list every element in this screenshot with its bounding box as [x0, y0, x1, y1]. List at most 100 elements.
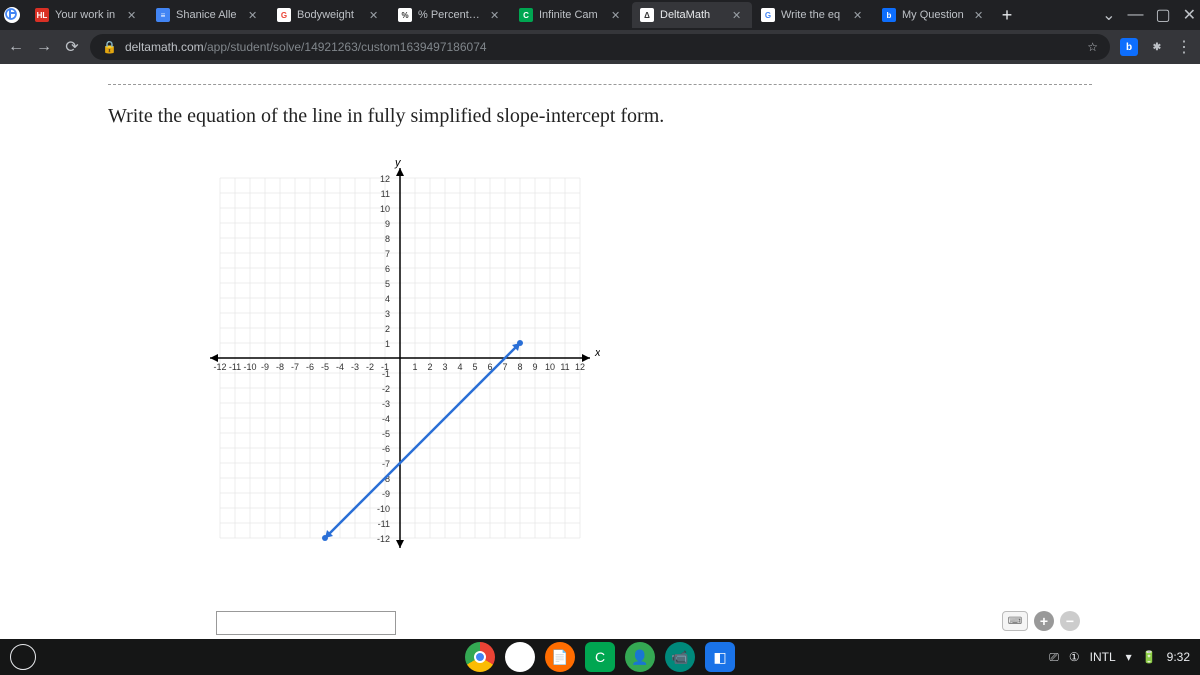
tab-title: Your work in: [55, 9, 121, 21]
battery-icon[interactable]: 🔋: [1142, 650, 1157, 664]
lock-icon: 🔒: [102, 40, 117, 54]
app-icon[interactable]: 📹: [665, 642, 695, 672]
chrome-icon[interactable]: [465, 642, 495, 672]
graph: x y 12 11 10 9 8 7 6 5 4 3 2 1 -1 -2 -3 …: [200, 158, 600, 558]
svg-text:10: 10: [380, 204, 390, 214]
cast-icon[interactable]: ⎚: [1049, 650, 1059, 665]
svg-text:-11: -11: [229, 362, 241, 372]
more-icon[interactable]: ⋮: [1176, 37, 1192, 57]
svg-text:7: 7: [385, 249, 390, 259]
svg-text:-2: -2: [382, 384, 390, 394]
svg-text:-6: -6: [382, 444, 390, 454]
page-content: Write the equation of the line in fully …: [0, 64, 1200, 639]
svg-text:6: 6: [385, 264, 390, 274]
svg-text:-8: -8: [276, 362, 284, 372]
svg-text:8: 8: [517, 362, 522, 372]
tab-favicon: HL: [35, 8, 49, 22]
tab-title: Bodyweight: [297, 9, 363, 21]
svg-text:2: 2: [385, 324, 390, 334]
tab-favicon: ≡: [156, 8, 170, 22]
forward-icon[interactable]: →: [36, 39, 52, 55]
svg-text:9: 9: [385, 219, 390, 229]
svg-text:-12: -12: [377, 534, 390, 544]
minimize-icon[interactable]: —: [1127, 6, 1143, 24]
new-tab-button[interactable]: +: [995, 3, 1019, 27]
tab-favicon: Δ: [640, 8, 654, 22]
app-icon[interactable]: ✦: [505, 642, 535, 672]
app-icon[interactable]: C: [585, 642, 615, 672]
svg-text:-11: -11: [378, 519, 390, 529]
close-icon[interactable]: ✕: [369, 9, 381, 21]
tab-3[interactable]: G Bodyweight ✕: [269, 2, 389, 28]
tab-favicon: b: [882, 8, 896, 22]
tab-title: % Percentage: [418, 9, 484, 21]
svg-text:-4: -4: [382, 414, 390, 424]
svg-text:-4: -4: [336, 362, 344, 372]
keyboard-button[interactable]: ⌨: [1002, 611, 1028, 631]
close-window-icon[interactable]: ✕: [1183, 5, 1196, 25]
tab-title: Infinite Cam: [539, 9, 605, 21]
tab-8[interactable]: b My Question ✕: [874, 2, 994, 28]
tab-favicon: G: [277, 8, 291, 22]
clock[interactable]: 9:32: [1167, 650, 1190, 664]
tab-title: Write the eq: [781, 9, 847, 21]
svg-text:11: 11: [560, 362, 569, 372]
address-bar[interactable]: 🔒 deltamath.com/app/student/solve/149212…: [90, 34, 1110, 60]
svg-text:y: y: [394, 158, 402, 169]
svg-text:8: 8: [385, 234, 390, 244]
answer-input[interactable]: [216, 611, 396, 635]
wifi-icon[interactable]: ▾: [1126, 650, 1132, 664]
close-icon[interactable]: ✕: [974, 9, 986, 21]
tab-7[interactable]: G Write the eq ✕: [753, 2, 873, 28]
star-icon[interactable]: ☆: [1087, 40, 1098, 54]
svg-text:11: 11: [381, 189, 390, 199]
question-text: Write the equation of the line in fully …: [108, 105, 1092, 128]
close-icon[interactable]: ✕: [611, 9, 623, 21]
tab-favicon: C: [519, 8, 533, 22]
svg-text:10: 10: [545, 362, 555, 372]
tab-5[interactable]: C Infinite Cam ✕: [511, 2, 631, 28]
close-icon[interactable]: ✕: [248, 9, 260, 21]
minus-button[interactable]: −: [1060, 611, 1080, 631]
tab-2[interactable]: ≡ Shanice Alle ✕: [148, 2, 268, 28]
svg-text:1: 1: [385, 339, 390, 349]
close-icon[interactable]: ✕: [853, 9, 865, 21]
tab-1[interactable]: HL Your work in ✕: [27, 2, 147, 28]
svg-text:3: 3: [385, 309, 390, 319]
tab-4[interactable]: % % Percentage ✕: [390, 2, 510, 28]
app-icon[interactable]: 👤: [625, 642, 655, 672]
svg-text:9: 9: [532, 362, 537, 372]
window-controls: ⌄ — ▢ ✕: [1102, 5, 1196, 25]
back-icon[interactable]: ←: [8, 39, 24, 55]
extensions-icon[interactable]: ✱: [1148, 38, 1166, 56]
svg-text:-5: -5: [321, 362, 329, 372]
svg-text:-12: -12: [213, 362, 226, 372]
close-icon[interactable]: ✕: [732, 9, 744, 21]
svg-text:4: 4: [457, 362, 462, 372]
app-icon[interactable]: ◧: [705, 642, 735, 672]
svg-text:1: 1: [412, 362, 417, 372]
svg-text:x: x: [594, 347, 600, 359]
intl-indicator[interactable]: INTL: [1090, 650, 1116, 664]
svg-text:12: 12: [380, 174, 390, 184]
close-icon[interactable]: ✕: [490, 9, 502, 21]
close-icon[interactable]: ✕: [127, 9, 139, 21]
tab-6-active[interactable]: Δ DeltaMath ✕: [632, 2, 752, 28]
tab-title: Shanice Alle: [176, 9, 242, 21]
extension-icon[interactable]: b: [1120, 38, 1138, 56]
notification-icon[interactable]: ①: [1069, 650, 1080, 664]
plus-button[interactable]: +: [1034, 611, 1054, 631]
svg-text:-5: -5: [382, 429, 390, 439]
launcher-icon[interactable]: [10, 644, 36, 670]
svg-text:-10: -10: [377, 504, 390, 514]
tab-favicon: G: [761, 8, 775, 22]
reload-icon[interactable]: ⟳: [64, 39, 80, 55]
app-favicon: [4, 7, 20, 23]
app-icon[interactable]: 📄: [545, 642, 575, 672]
tab-title: My Question: [902, 9, 968, 21]
svg-text:7: 7: [502, 362, 507, 372]
svg-text:-9: -9: [261, 362, 269, 372]
maximize-icon[interactable]: ▢: [1155, 5, 1170, 25]
chevron-down-icon[interactable]: ⌄: [1102, 5, 1115, 25]
svg-text:5: 5: [472, 362, 477, 372]
